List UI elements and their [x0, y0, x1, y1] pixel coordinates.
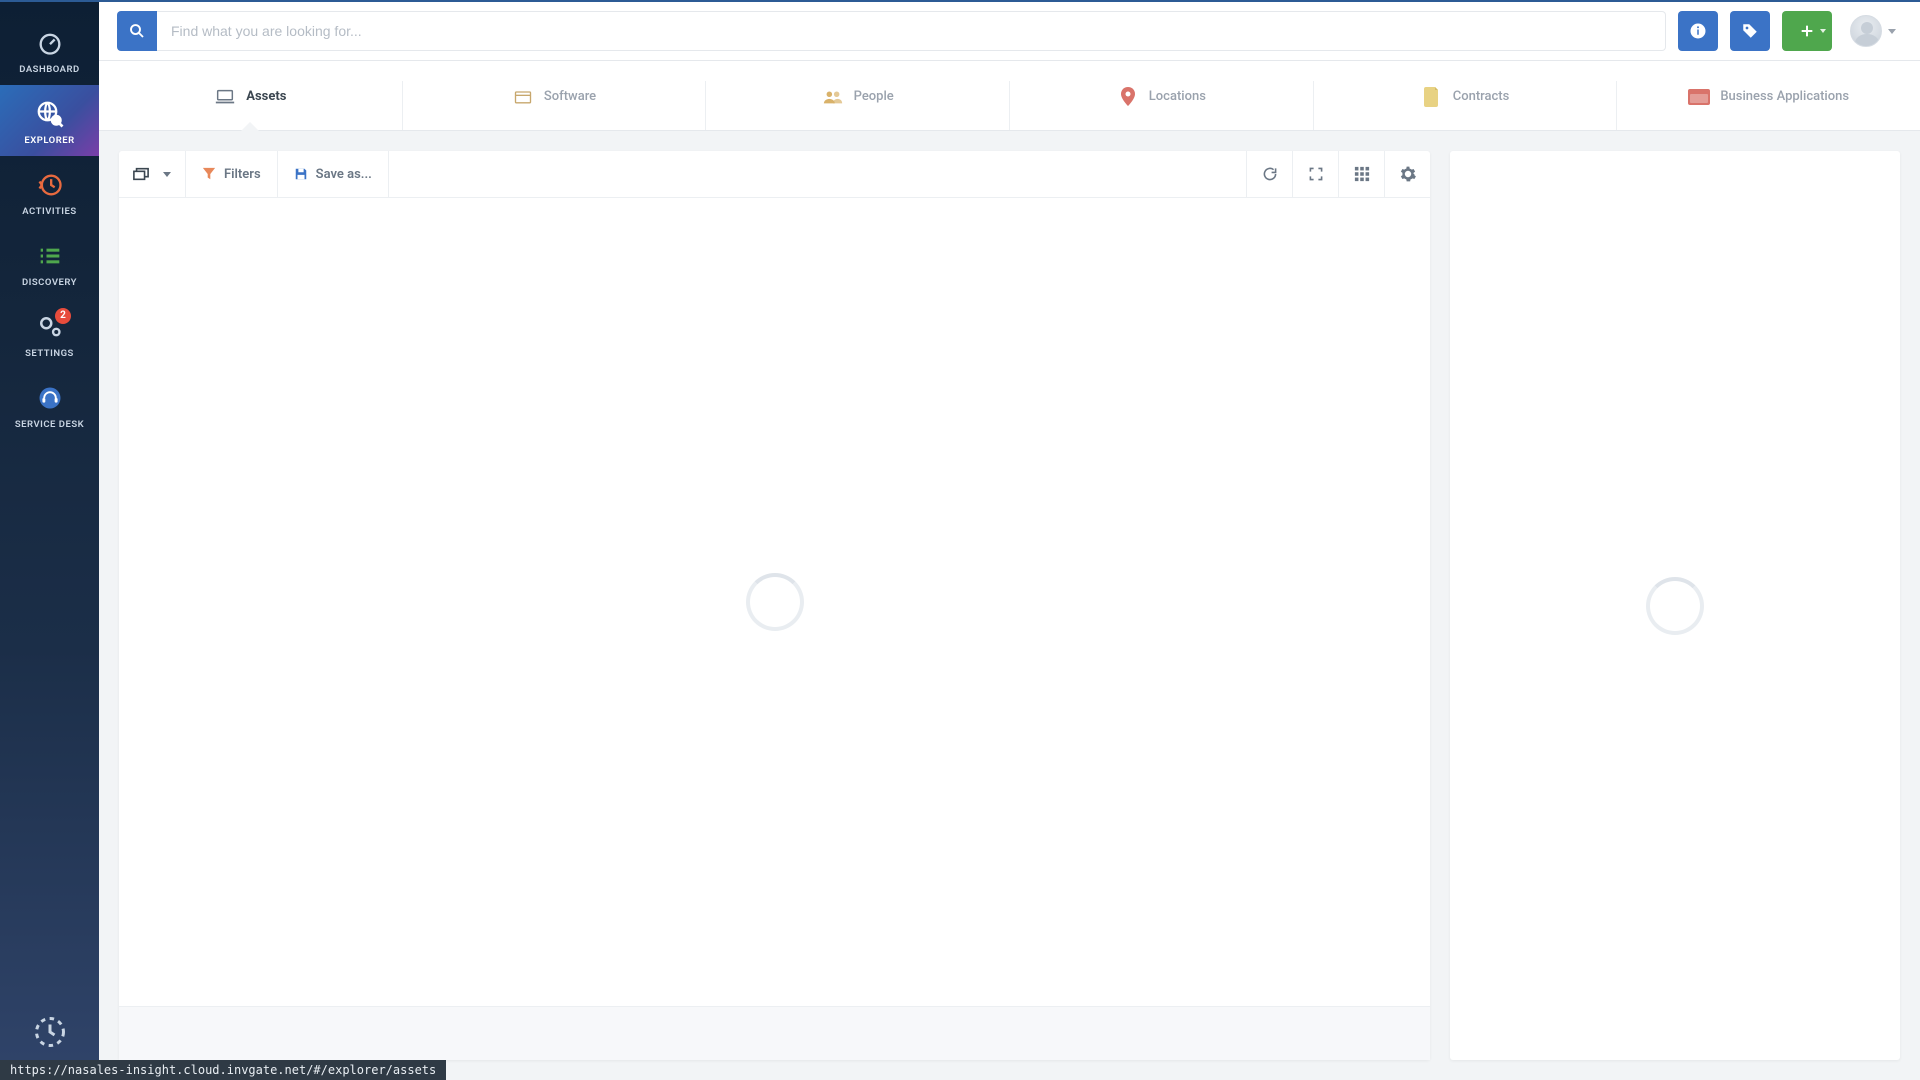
category-tabs: Assets Software People Locations Contrac… — [99, 61, 1920, 131]
side-panel — [1450, 151, 1900, 1060]
sidebar-item-explorer[interactable]: EXPLORER — [0, 85, 99, 156]
sidebar-item-activities[interactable]: ACTIVITIES — [0, 156, 99, 227]
refresh-button[interactable] — [1246, 151, 1292, 197]
tab-label: People — [854, 89, 894, 104]
tab-contracts[interactable]: Contracts — [1314, 81, 1618, 130]
left-sidebar: DASHBOARD EXPLORER ACTIVITIES DISCOVERY … — [0, 0, 99, 1080]
funnel-icon — [202, 167, 216, 181]
tab-label: Locations — [1149, 89, 1206, 104]
location-pin-icon — [1117, 88, 1139, 106]
search-icon — [128, 22, 146, 40]
window-dropdown-button[interactable] — [119, 151, 186, 197]
search-wrapper — [117, 11, 1666, 51]
sidebar-item-label: SERVICE DESK — [15, 419, 84, 430]
refresh-icon — [1262, 166, 1278, 182]
toolbar: Filters Save as... — [119, 151, 1430, 197]
tag-icon — [1741, 22, 1759, 40]
chevron-down-icon — [1820, 29, 1826, 33]
tab-business-applications[interactable]: Business Applications — [1617, 81, 1920, 130]
save-icon — [294, 167, 308, 181]
chevron-down-icon — [1888, 29, 1896, 34]
save-as-button[interactable]: Save as... — [278, 151, 389, 197]
tab-software[interactable]: Software — [403, 81, 707, 130]
sidebar-item-label: DASHBOARD — [19, 64, 80, 75]
add-button[interactable] — [1782, 11, 1832, 51]
document-icon — [1421, 88, 1443, 106]
sidebar-item-label: ACTIVITIES — [22, 206, 76, 217]
sidebar-item-settings[interactable]: 2 SETTINGS — [0, 298, 99, 369]
sidebar-item-label: EXPLORER — [24, 135, 74, 146]
main-content: Filters Save as... — [99, 131, 1920, 1080]
top-header — [99, 2, 1920, 61]
settings-button[interactable] — [1384, 151, 1430, 197]
info-button[interactable] — [1678, 11, 1718, 51]
clock-history-icon — [35, 170, 65, 200]
windows-stack-icon — [133, 167, 149, 181]
sidebar-item-dashboard[interactable]: DASHBOARD — [0, 14, 99, 85]
fullscreen-button[interactable] — [1292, 151, 1338, 197]
tab-label: Contracts — [1453, 89, 1510, 104]
tab-locations[interactable]: Locations — [1010, 81, 1314, 130]
search-input[interactable] — [157, 11, 1666, 51]
tab-people[interactable]: People — [706, 81, 1010, 130]
info-icon — [1689, 22, 1707, 40]
people-icon — [822, 88, 844, 106]
list-icon — [35, 241, 65, 271]
avatar-icon — [1850, 15, 1882, 47]
top-accent-bar — [0, 0, 1920, 2]
sidebar-item-label: SETTINGS — [25, 348, 74, 359]
brand-logo-icon — [32, 1014, 68, 1050]
search-button[interactable] — [117, 11, 157, 51]
loading-spinner-icon — [746, 573, 804, 631]
chevron-down-icon — [163, 172, 171, 177]
settings-badge: 2 — [55, 308, 71, 324]
tag-button[interactable] — [1730, 11, 1770, 51]
sidebar-item-label: DISCOVERY — [22, 277, 77, 288]
filters-button[interactable]: Filters — [186, 151, 278, 197]
panel-footer — [119, 1006, 1430, 1060]
tab-label: Business Applications — [1720, 89, 1849, 104]
headset-icon — [35, 383, 65, 413]
filters-label: Filters — [224, 167, 261, 182]
sidebar-item-discovery[interactable]: DISCOVERY — [0, 227, 99, 298]
app-window-icon — [1688, 88, 1710, 106]
content-body — [119, 198, 1430, 1006]
tab-label: Assets — [246, 89, 286, 104]
grid-view-button[interactable] — [1338, 151, 1384, 197]
grid-icon — [1354, 166, 1370, 182]
gauge-icon — [35, 28, 65, 58]
main-panel: Filters Save as... — [119, 151, 1430, 1060]
save-as-label: Save as... — [316, 167, 372, 182]
gear-icon — [1400, 166, 1416, 182]
loading-spinner-icon — [1646, 577, 1704, 635]
box-icon — [512, 88, 534, 106]
globe-search-icon — [35, 99, 65, 129]
status-bar-url: https://nasales-insight.cloud.invgate.ne… — [0, 1060, 446, 1080]
tab-label: Software — [544, 89, 596, 104]
sidebar-item-service-desk[interactable]: SERVICE DESK — [0, 369, 99, 440]
expand-icon — [1308, 166, 1324, 182]
tab-assets[interactable]: Assets — [99, 81, 403, 130]
laptop-icon — [214, 88, 236, 106]
plus-icon — [1799, 23, 1815, 39]
user-menu[interactable] — [1844, 15, 1902, 47]
